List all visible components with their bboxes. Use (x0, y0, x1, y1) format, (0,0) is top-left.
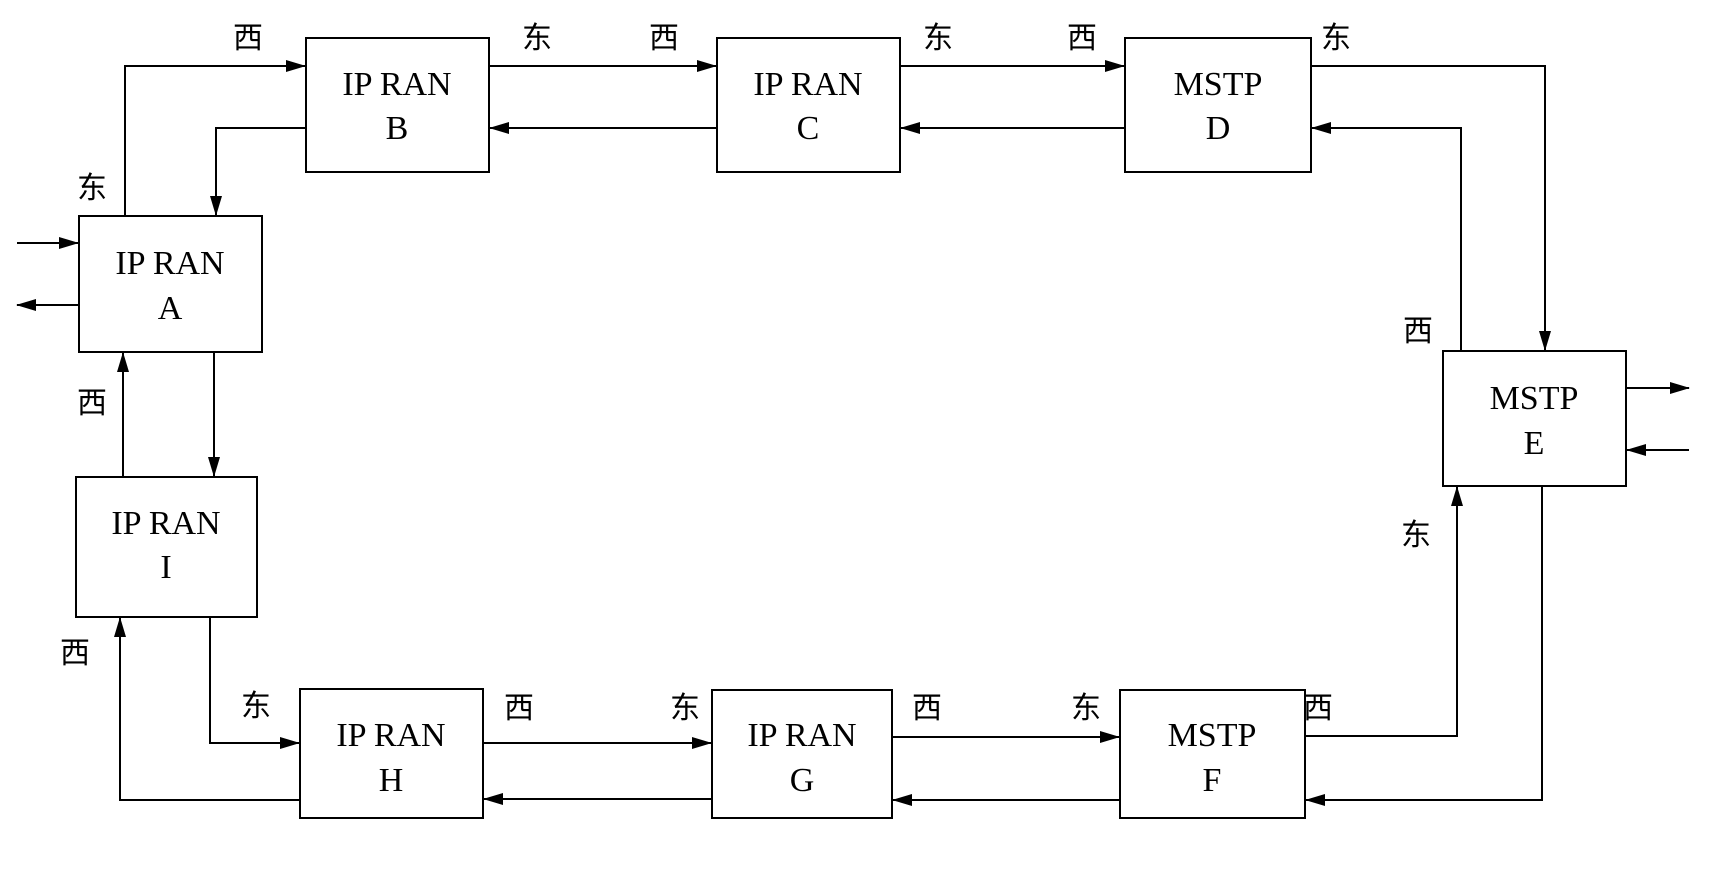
port-label-a-east: 东 (77, 171, 107, 206)
link-i-to-h (209, 617, 300, 749)
node-e-id: E (1524, 425, 1545, 462)
port-label-g-west: 西 (912, 691, 942, 726)
node-h-id: H (379, 762, 404, 799)
node-h: IP RAN H (299, 688, 484, 819)
port-label-c-east: 东 (923, 21, 953, 56)
port-label-h-west: 西 (504, 691, 534, 726)
node-d-type: MSTP (1174, 66, 1263, 103)
port-label-i-west: 西 (60, 636, 90, 671)
node-g: IP RAN G (711, 689, 893, 819)
port-label-h-east: 东 (241, 689, 271, 724)
node-c-type: IP RAN (753, 66, 862, 103)
node-a-id: A (158, 290, 183, 327)
node-b: IP RAN B (305, 37, 490, 173)
node-a: IP RAN A (78, 215, 263, 353)
link-d-to-e (1311, 65, 1551, 351)
port-label-d-east: 东 (1321, 21, 1351, 56)
node-i: IP RAN I (75, 476, 258, 618)
link-e-to-d (1311, 122, 1462, 351)
port-label-e-east: 东 (1401, 518, 1431, 553)
node-e-type: MSTP (1490, 380, 1579, 417)
node-b-type: IP RAN (342, 66, 451, 103)
port-label-d-west: 西 (1067, 21, 1097, 56)
node-b-id: B (386, 110, 409, 147)
node-a-type: IP RAN (115, 245, 224, 282)
port-label-f-east: 东 (1071, 691, 1101, 726)
node-f-type: MSTP (1168, 717, 1257, 754)
port-label-c-west: 西 (649, 21, 679, 56)
port-label-b-west: 西 (233, 21, 263, 56)
port-label-e-west: 西 (1403, 314, 1433, 349)
ring-network-diagram: IP RAN A IP RAN B IP RAN C MSTP D MSTP E… (16, 21, 1690, 819)
node-d-id: D (1206, 110, 1231, 147)
node-c-id: C (797, 110, 820, 147)
node-g-id: G (790, 762, 815, 799)
node-g-type: IP RAN (747, 717, 856, 754)
port-label-a-west: 西 (77, 386, 107, 421)
node-i-id: I (160, 549, 171, 586)
node-h-type: IP RAN (336, 717, 445, 754)
node-f: MSTP F (1119, 689, 1306, 819)
link-b-to-a (210, 127, 306, 216)
node-d: MSTP D (1124, 37, 1312, 173)
port-label-f-west: 西 (1303, 691, 1333, 726)
node-i-type: IP RAN (111, 505, 220, 542)
port-label-g-east: 东 (670, 691, 700, 726)
node-c: IP RAN C (716, 37, 901, 173)
node-f-id: F (1203, 762, 1222, 799)
node-e: MSTP E (1442, 350, 1627, 487)
port-label-b-east: 东 (522, 21, 552, 56)
